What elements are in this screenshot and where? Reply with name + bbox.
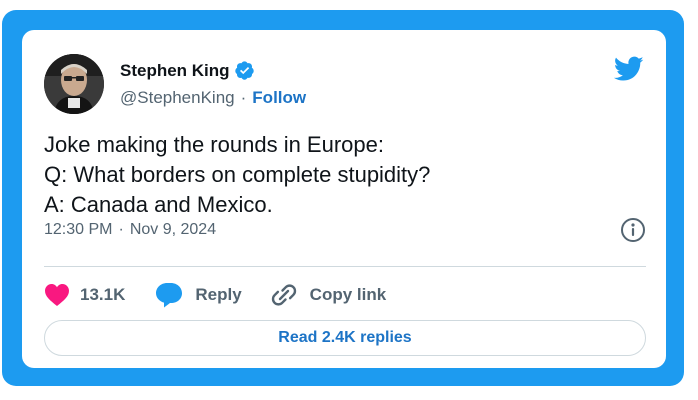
- avatar[interactable]: [44, 54, 104, 114]
- read-replies-button[interactable]: Read 2.4K replies: [44, 320, 646, 356]
- tweet-timestamp[interactable]: 12:30 PM · Nov 9, 2024: [44, 221, 216, 239]
- info-icon[interactable]: [620, 217, 646, 243]
- author-handle-row: @StephenKing · Follow: [120, 88, 306, 108]
- like-button[interactable]: 13.1K: [44, 283, 125, 307]
- avatar-image: [44, 54, 104, 114]
- reply-button[interactable]: Reply: [155, 282, 242, 308]
- link-icon: [271, 284, 296, 306]
- tweet-date: Nov 9, 2024: [129, 221, 217, 238]
- tweet-text: Joke making the rounds in Europe: Q: Wha…: [44, 130, 644, 220]
- timestamp-separator: ·: [118, 221, 124, 238]
- embed-frame: Stephen King @StephenKing · Follow Joke …: [2, 10, 684, 386]
- reply-label: Reply: [195, 285, 242, 304]
- copy-link-button[interactable]: Copy link: [270, 281, 387, 309]
- verified-badge-icon: [234, 60, 255, 81]
- handle-separator: ·: [240, 88, 247, 107]
- like-count: 13.1K: [80, 285, 126, 304]
- tweet-text-line: A: Canada and Mexico.: [44, 192, 273, 217]
- author-handle[interactable]: @StephenKing: [120, 88, 235, 108]
- tweet-card: Stephen King @StephenKing · Follow Joke …: [22, 30, 666, 368]
- heart-icon: [45, 284, 69, 306]
- twitter-bird-icon[interactable]: [613, 56, 644, 82]
- copy-link-label: Copy link: [309, 285, 387, 304]
- divider: [44, 266, 646, 267]
- author-display-name[interactable]: Stephen King: [120, 61, 230, 81]
- action-bar: 13.1K Reply Copy link: [44, 280, 386, 310]
- follow-button[interactable]: Follow: [252, 88, 306, 108]
- tweet-time: 12:30 PM: [44, 221, 113, 238]
- speech-bubble-icon: [156, 283, 183, 308]
- author-name-row: Stephen King: [120, 60, 255, 81]
- tweet-text-line: Q: What borders on complete stupidity?: [44, 162, 431, 187]
- tweet-text-line: Joke making the rounds in Europe:: [44, 132, 384, 157]
